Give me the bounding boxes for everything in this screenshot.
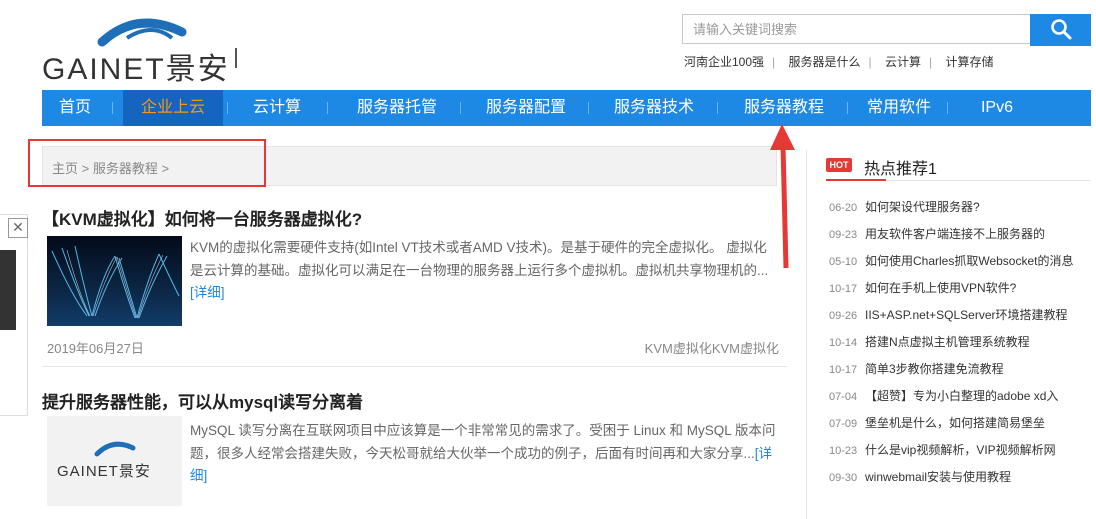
nav-item-common-software[interactable]: 常用软件: [854, 90, 944, 126]
article-title[interactable]: 提升服务器性能，可以从mysql读写分离着: [42, 388, 363, 413]
hot-list-item[interactable]: 10-14 搭建N点虚拟主机管理系统教程: [829, 333, 1030, 351]
nav-divider: [327, 102, 328, 114]
nav-item-ipv6[interactable]: IPv6: [962, 90, 1032, 126]
hot-badge: HOT: [826, 158, 852, 172]
main-nav: 首页 企业上云 云计算 服务器托管 服务器配置 服务器技术 服务器教程 常用软件…: [42, 90, 1091, 126]
hot-section-title: 热点推荐1: [864, 161, 937, 178]
quick-links: 河南企业100强 | 服务器是什么 | 云计算 | 计算存储: [684, 53, 1001, 70]
hot-item-title[interactable]: 如何在手机上使用VPN软件?: [865, 281, 1016, 295]
search-button[interactable]: [1030, 14, 1091, 46]
search-bar: [682, 14, 1091, 46]
hot-item-date: 05-10: [829, 256, 858, 268]
nav-divider: [947, 102, 948, 114]
hot-item-title[interactable]: winwebmail安装与使用教程: [865, 470, 1011, 484]
hot-item-date: 10-17: [829, 283, 858, 295]
side-widget-qrcode: [0, 250, 16, 330]
article-summary: KVM的虚拟化需要硬件支持(如Intel VT技术或者AMD V技术)。是基于硬…: [190, 240, 769, 278]
quick-link-separator: |: [772, 55, 776, 69]
nav-item-server-tutorial[interactable]: 服务器教程: [725, 90, 843, 126]
hot-item-date: 07-04: [829, 391, 858, 403]
site-logo[interactable]: GAINET景安: [42, 12, 262, 86]
article-thumbnail[interactable]: [47, 236, 182, 326]
hot-list-item[interactable]: 07-04 【超赞】专为小白整理的adobe xd入: [829, 387, 1058, 405]
nav-divider: [460, 102, 461, 114]
article-divider: [42, 366, 787, 367]
hot-item-title[interactable]: 【超赞】专为小白整理的adobe xd入: [865, 389, 1058, 403]
annotation-highlight-box: [28, 139, 266, 187]
column-divider: [806, 150, 807, 519]
hot-item-title[interactable]: 堡垒机是什么，如何搭建简易堡垒: [865, 416, 1045, 430]
hot-list-item[interactable]: 10-17 简单3步教你搭建免流教程: [829, 360, 1004, 378]
quick-link[interactable]: 服务器是什么: [789, 55, 861, 69]
hot-item-title[interactable]: 简单3步教你搭建免流教程: [865, 362, 1004, 376]
side-widget-close-icon[interactable]: ✕: [8, 218, 28, 238]
hot-item-title[interactable]: 用友软件客户端连接不上服务器的: [865, 227, 1045, 241]
nav-divider: [717, 102, 718, 114]
hot-list-item[interactable]: 05-10 如何使用Charles抓取Websocket的消息: [829, 252, 1074, 270]
nav-item-home[interactable]: 首页: [42, 90, 108, 126]
nav-divider: [112, 102, 113, 114]
article-title[interactable]: 【KVM虚拟化】如何将一台服务器虚拟化?: [42, 205, 362, 230]
nav-divider: [227, 102, 228, 114]
hot-item-title[interactable]: IIS+ASP.net+SQLServer环境搭建教程: [865, 308, 1068, 322]
hot-list-item[interactable]: 10-23 什么是vip视频解析，VIP视频解析网: [829, 441, 1056, 459]
hot-item-date: 09-30: [829, 472, 858, 484]
hot-item-date: 10-17: [829, 364, 858, 376]
quick-link-separator: |: [868, 55, 872, 69]
hot-item-date: 07-09: [829, 418, 858, 430]
quick-link-separator: |: [929, 55, 933, 69]
article-description: MySQL 读写分离在互联网项目中应该算是一个非常常见的需求了。受困于 Linu…: [190, 420, 780, 488]
hot-item-date: 09-23: [829, 229, 858, 241]
hot-item-date: 10-23: [829, 445, 858, 457]
nav-divider: [847, 102, 848, 114]
article-description: KVM的虚拟化需要硬件支持(如Intel VT技术或者AMD V技术)。是基于硬…: [190, 237, 780, 305]
article-item: 【KVM虚拟化】如何将一台服务器虚拟化? KVM的虚拟化需要硬件支持(如Inte…: [42, 205, 787, 365]
article-item: 提升服务器性能，可以从mysql读写分离着 GAINET景安 MySQL 读写分…: [42, 388, 787, 519]
hot-section-accent: [826, 179, 886, 181]
hot-list-item[interactable]: 09-30 winwebmail安装与使用教程: [829, 468, 1011, 486]
search-icon: [1050, 18, 1071, 39]
nav-item-server-tech[interactable]: 服务器技术: [595, 90, 713, 126]
hot-list-item[interactable]: 09-23 用友软件客户端连接不上服务器的: [829, 225, 1045, 243]
quick-link[interactable]: 河南企业100强: [684, 55, 764, 69]
nav-item-server-hosting[interactable]: 服务器托管: [338, 90, 456, 126]
nav-item-cloud-computing[interactable]: 云计算: [232, 90, 322, 126]
nav-divider: [588, 102, 589, 114]
hot-item-title[interactable]: 如何使用Charles抓取Websocket的消息: [865, 254, 1074, 268]
hot-list-item[interactable]: 07-09 堡垒机是什么，如何搭建简易堡垒: [829, 414, 1045, 432]
article-tags[interactable]: KVM虚拟化KVM虚拟化: [645, 338, 779, 357]
logo-text: GAINET景安: [42, 53, 230, 86]
article-summary: MySQL 读写分离在互联网项目中应该算是一个非常常见的需求了。受困于 Linu…: [190, 423, 776, 461]
hot-item-title[interactable]: 如何架设代理服务器?: [865, 200, 980, 214]
hot-list-item[interactable]: 09-26 IIS+ASP.net+SQLServer环境搭建教程: [829, 306, 1068, 324]
hot-item-title[interactable]: 搭建N点虚拟主机管理系统教程: [865, 335, 1030, 349]
hot-list-item[interactable]: 06-20 如何架设代理服务器?: [829, 198, 980, 216]
article-date: 2019年06月27日: [47, 341, 144, 356]
hot-item-date: 09-26: [829, 310, 858, 322]
hot-item-title[interactable]: 什么是vip视频解析，VIP视频解析网: [865, 443, 1056, 457]
hot-item-date: 06-20: [829, 202, 858, 214]
search-input[interactable]: [682, 14, 1030, 44]
nav-item-server-config[interactable]: 服务器配置: [467, 90, 585, 126]
article-more-link[interactable]: [详细]: [190, 285, 225, 300]
hot-item-date: 10-14: [829, 337, 858, 349]
hot-list-item[interactable]: 10-17 如何在手机上使用VPN软件?: [829, 279, 1016, 297]
quick-link[interactable]: 计算存储: [945, 55, 993, 69]
logo-divider: [235, 48, 237, 68]
kvm-light-image: [51, 245, 180, 319]
nav-item-enterprise-cloud[interactable]: 企业上云: [123, 90, 223, 126]
quick-link[interactable]: 云计算: [885, 55, 921, 69]
thumbnail-logo-text: GAINET景安: [57, 463, 151, 480]
article-thumbnail[interactable]: GAINET景安: [47, 416, 182, 506]
